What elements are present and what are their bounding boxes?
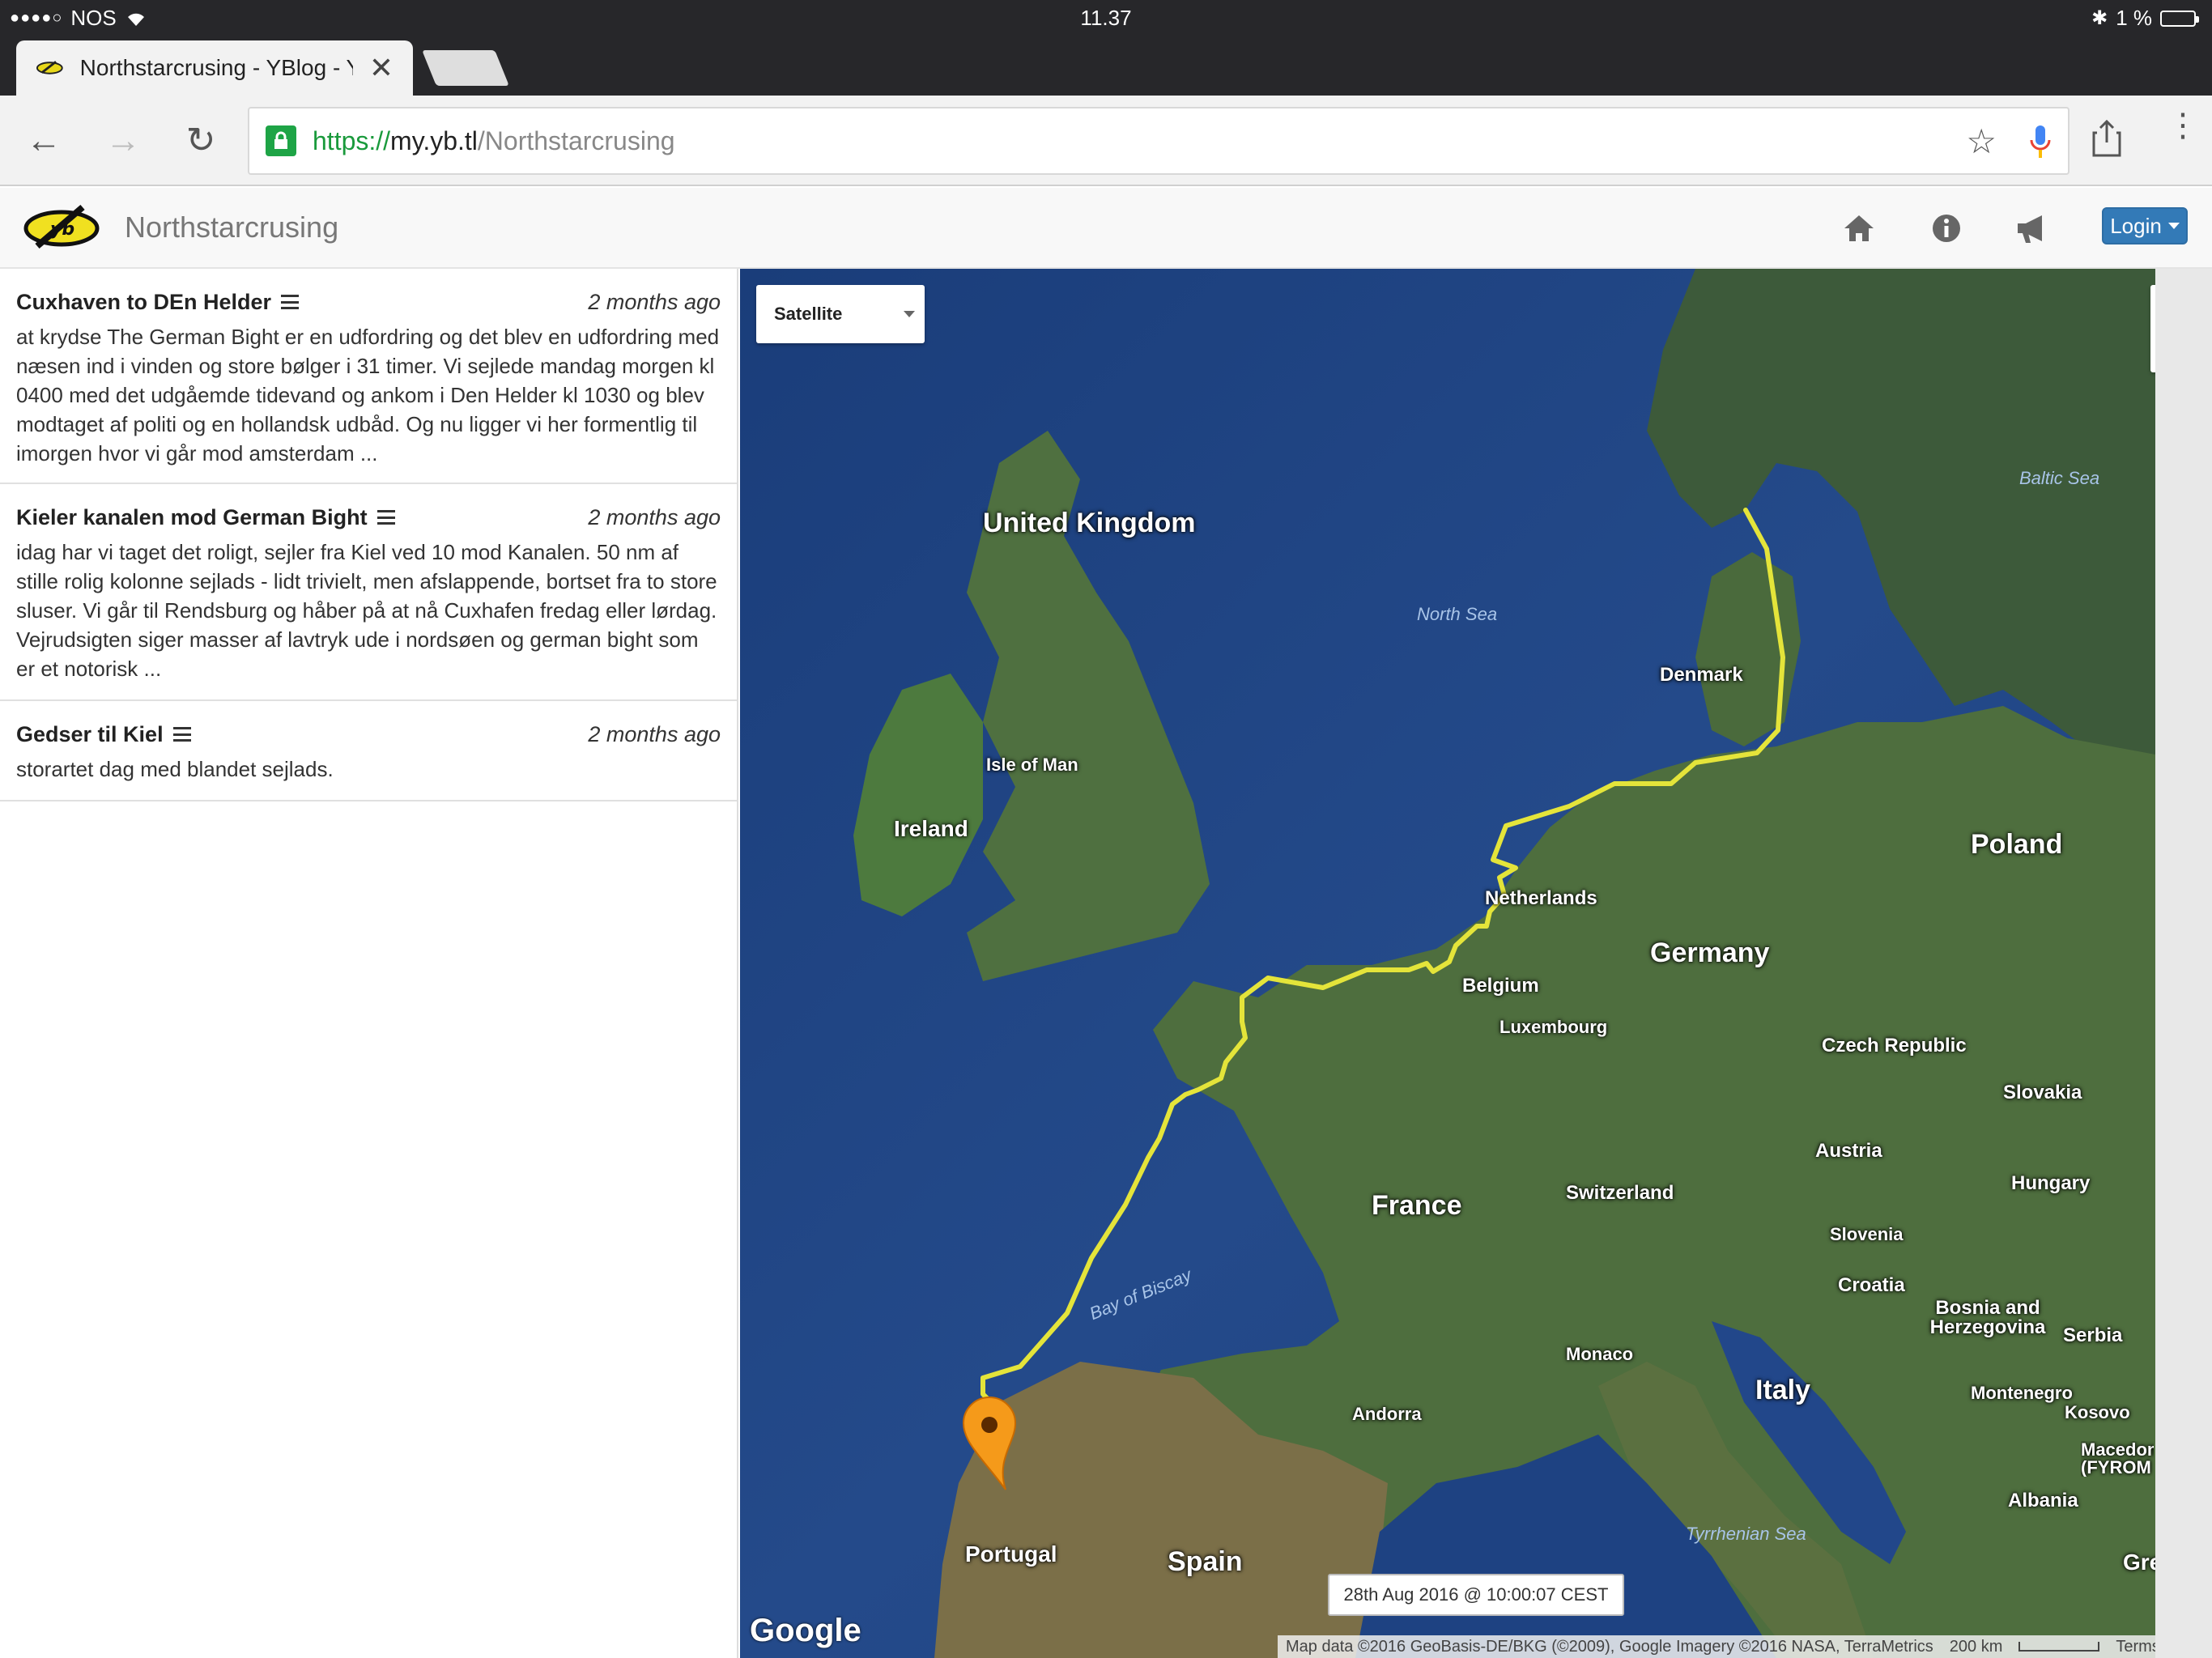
url-text: https://my.yb.tl/Northstarcrusing bbox=[313, 125, 675, 155]
map-label-slovakia: Slovakia bbox=[2003, 1082, 2082, 1103]
address-bar[interactable]: https://my.yb.tl/Northstarcrusing ☆ bbox=[248, 107, 2069, 175]
map-label-north-sea: North Sea bbox=[1417, 604, 1498, 624]
map-label-hungary: Hungary bbox=[2011, 1172, 2091, 1194]
status-bar: ●●●●○ NOS 11.37 ✱ 1 % bbox=[0, 0, 2212, 34]
post-time: 2 months ago bbox=[588, 721, 721, 746]
map-label-italy: Italy bbox=[1755, 1375, 1811, 1405]
post-excerpt: storartet dag med blandet sejlads. bbox=[16, 757, 334, 781]
browser-toolbar: ← → ↻ https://my.yb.tl/Northstarcrusing … bbox=[0, 96, 2212, 186]
map-label-denmark: Denmark bbox=[1660, 664, 1743, 686]
info-icon[interactable] bbox=[1929, 210, 1964, 246]
map-label-kosovo: Kosovo bbox=[2065, 1402, 2130, 1422]
post-title[interactable]: Cuxhaven to DEn Helder bbox=[16, 290, 271, 315]
caret-down-icon bbox=[2167, 223, 2180, 229]
map-label-bosnia: Bosnia and Herzegovina bbox=[1929, 1297, 2046, 1338]
dropdown-arrow-icon bbox=[904, 311, 915, 317]
map-label-tyrrhenian-sea: Tyrrhenian Sea bbox=[1686, 1524, 1806, 1544]
map-label-uk: United Kingdom bbox=[983, 508, 1196, 538]
map-label-france: France bbox=[1372, 1190, 1462, 1221]
blog-post[interactable]: Gedser til Kiel 2 months ago storartet d… bbox=[0, 701, 737, 801]
more-menu-icon[interactable]: ⋮ bbox=[2167, 109, 2199, 142]
list-menu-icon[interactable] bbox=[281, 295, 300, 309]
position-timestamp: 28th Aug 2016 @ 10:00:07 CEST bbox=[1328, 1574, 1624, 1616]
lock-icon bbox=[266, 125, 296, 156]
login-button[interactable]: Login bbox=[2102, 207, 2188, 244]
map-label-germany: Germany bbox=[1650, 937, 1770, 968]
map-label-macedonia: Macedon (FYROM bbox=[2081, 1441, 2154, 1477]
map-side-gutter bbox=[2155, 269, 2212, 1658]
map-type-select[interactable]: Satellite bbox=[756, 285, 925, 343]
tab-strip: Northstarcrusing - YBlog - Y ✕ bbox=[0, 34, 2212, 96]
post-title[interactable]: Kieler kanalen mod German Bight bbox=[16, 505, 368, 530]
post-time: 2 months ago bbox=[588, 289, 721, 314]
map-label-montenegro: Montenegro bbox=[1971, 1383, 2073, 1403]
share-icon[interactable] bbox=[2092, 118, 2121, 157]
map-label-netherlands: Netherlands bbox=[1485, 887, 1597, 909]
map-label-greece: Gre bbox=[2123, 1550, 2155, 1575]
google-logo: Google bbox=[750, 1613, 861, 1648]
map-label-croatia: Croatia bbox=[1838, 1274, 1905, 1296]
clock: 11.37 bbox=[1080, 6, 1132, 30]
map-imagery bbox=[740, 269, 2155, 1658]
battery-label: 1 % bbox=[2116, 6, 2152, 30]
post-excerpt: idag har vi taget det roligt, sejler fra… bbox=[16, 540, 717, 681]
map-label-isle-of-man: Isle of Man bbox=[986, 755, 1078, 775]
svg-text:yb: yb bbox=[50, 219, 74, 240]
home-icon[interactable] bbox=[1841, 210, 1877, 246]
terms-link[interactable]: Terms of Use bbox=[2116, 1638, 2155, 1656]
map-label-spain: Spain bbox=[1168, 1546, 1243, 1577]
yb-favicon-icon bbox=[36, 61, 63, 74]
post-time: 2 months ago bbox=[588, 504, 721, 529]
battery-icon bbox=[2160, 10, 2199, 27]
map-scale[interactable]: 200 km bbox=[1950, 1638, 2003, 1656]
map-label-belgium: Belgium bbox=[1462, 975, 1539, 997]
map-label-switzerland: Switzerland bbox=[1566, 1182, 1674, 1204]
map-label-slovenia: Slovenia bbox=[1830, 1224, 1904, 1244]
back-arrow-icon[interactable]: ← bbox=[21, 118, 66, 164]
map-label-portugal: Portugal bbox=[965, 1541, 1057, 1567]
map-label-andorra: Andorra bbox=[1352, 1404, 1422, 1424]
map-label-albania: Albania bbox=[2008, 1490, 2078, 1511]
satellite-map[interactable]: United Kingdom Isle of Man Ireland Denma… bbox=[740, 269, 2155, 1658]
map-label-austria: Austria bbox=[1815, 1140, 1882, 1162]
browser-tab[interactable]: Northstarcrusing - YBlog - Y ✕ bbox=[16, 40, 413, 96]
map-label-baltic-sea: Baltic Sea bbox=[2019, 468, 2100, 488]
new-tab-button[interactable] bbox=[422, 50, 509, 86]
blog-post[interactable]: Cuxhaven to DEn Helder 2 months ago at k… bbox=[0, 269, 737, 484]
bluetooth-icon: ✱ bbox=[2091, 7, 2108, 29]
map-label-serbia: Serbia bbox=[2063, 1324, 2123, 1346]
post-title[interactable]: Gedser til Kiel bbox=[16, 722, 164, 747]
post-excerpt: at krydse The German Bight er en udfordr… bbox=[16, 325, 720, 466]
blog-post[interactable]: Kieler kanalen mod German Bight 2 months… bbox=[0, 484, 737, 701]
bookmark-star-icon[interactable]: ☆ bbox=[1966, 121, 1997, 161]
map-label-czech: Czech Republic bbox=[1822, 1035, 1967, 1056]
megaphone-icon[interactable] bbox=[2014, 210, 2050, 246]
map-label-ireland: Ireland bbox=[894, 816, 968, 841]
map-label-poland: Poland bbox=[1971, 829, 2063, 860]
map-label-monaco: Monaco bbox=[1566, 1344, 1634, 1364]
close-icon[interactable]: ✕ bbox=[369, 51, 393, 85]
blog-post-list: Cuxhaven to DEn Helder 2 months ago at k… bbox=[0, 269, 738, 1658]
list-menu-icon[interactable] bbox=[172, 727, 191, 742]
scale-bar bbox=[2018, 1642, 2100, 1652]
forward-arrow-icon[interactable]: → bbox=[100, 118, 146, 164]
site-header: yb Northstarcrusing Login bbox=[0, 188, 2212, 269]
list-menu-icon[interactable] bbox=[376, 510, 395, 525]
microphone-icon[interactable] bbox=[2029, 124, 2052, 159]
map-attribution: Map data ©2016 GeoBasis-DE/BKG (©2009), … bbox=[1278, 1635, 2155, 1658]
yb-logo-icon[interactable]: yb bbox=[21, 199, 102, 256]
map-label-luxembourg: Luxembourg bbox=[1499, 1017, 1608, 1037]
reload-icon[interactable]: ↻ bbox=[178, 118, 223, 164]
tab-title: Northstarcrusing - YBlog - Y bbox=[79, 55, 353, 80]
site-title[interactable]: Northstarcrusing bbox=[125, 210, 338, 244]
